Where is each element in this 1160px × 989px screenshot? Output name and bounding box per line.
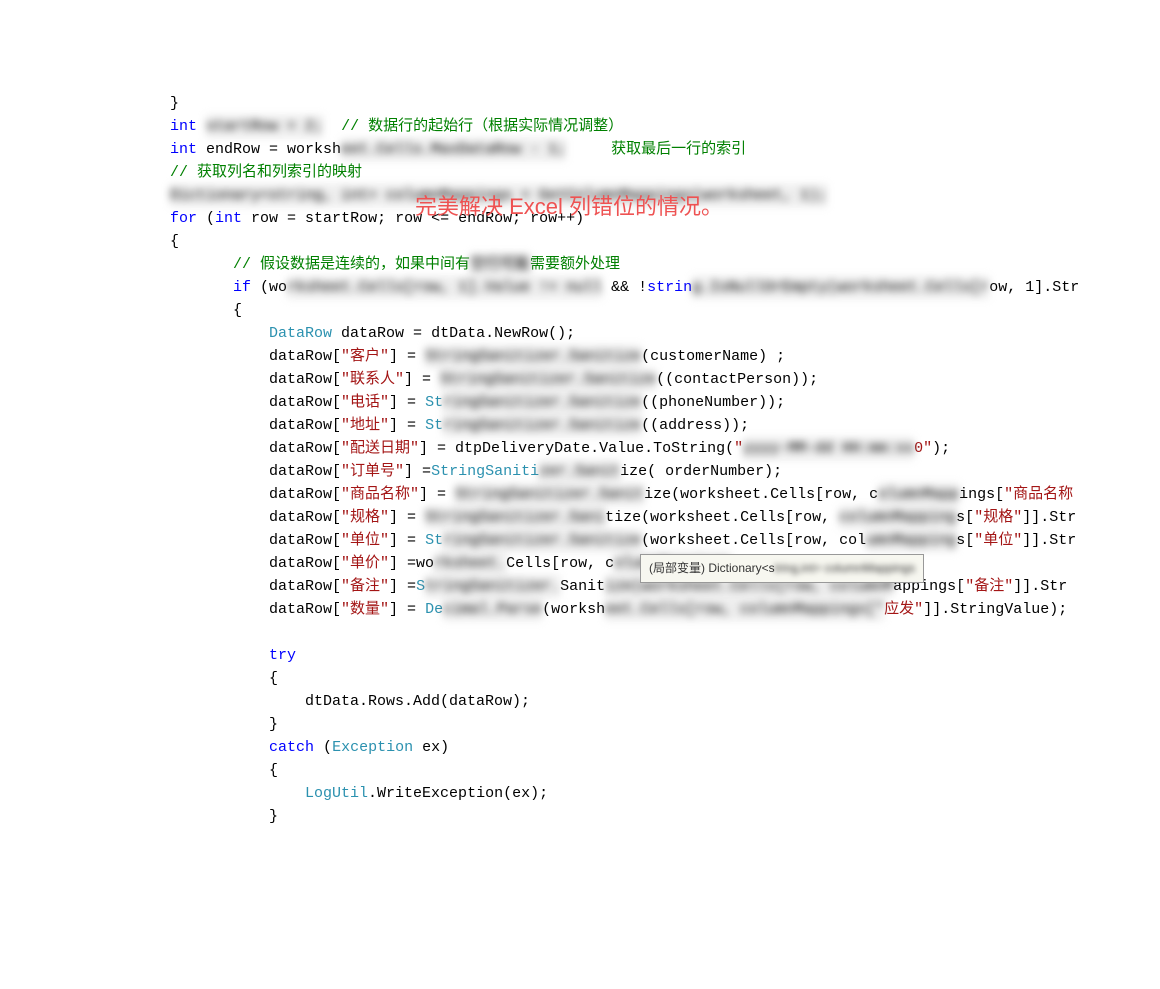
code-line[interactable]: { <box>170 299 1160 322</box>
code-line[interactable]: dataRow["规格"] = StringSanitizer.Sanitize… <box>170 506 1160 529</box>
code-line[interactable]: catch (Exception ex) <box>170 736 1160 759</box>
intellisense-tooltip: (局部变量) Dictionary<string,int> columnMapp… <box>640 554 924 583</box>
code-line[interactable]: // 假设数据是连续的，如果中间有空行可能需要额外处理 <box>170 253 1160 276</box>
code-line[interactable]: } <box>170 92 1160 115</box>
code-line[interactable]: dtData.Rows.Add(dataRow); <box>170 690 1160 713</box>
code-line[interactable]: dataRow["地址"] = StringSanitizer.Sanitize… <box>170 414 1160 437</box>
code-line[interactable]: dataRow["数量"] = Decimal.Parse(worksheet.… <box>170 598 1160 621</box>
code-line[interactable]: try <box>170 644 1160 667</box>
code-line[interactable]: LogUtil.WriteException(ex); <box>170 782 1160 805</box>
code-line[interactable]: dataRow["订单号"] =StringSanitizer.Sanitize… <box>170 460 1160 483</box>
code-line[interactable]: if (worksheet.Cells[row, 1].Value != nul… <box>170 276 1160 299</box>
code-line[interactable]: dataRow["商品名称"] = StringSanitizer.Saniti… <box>170 483 1160 506</box>
code-line[interactable]: dataRow["单位"] = StringSanitizer.Sanitize… <box>170 529 1160 552</box>
code-line[interactable]: dataRow["客户"] = StringSanitizer.Sanitize… <box>170 345 1160 368</box>
code-line[interactable]: int endRow = worksheet.Cells.MaxDataRow … <box>170 138 1160 161</box>
code-line[interactable]: } <box>170 805 1160 828</box>
code-line[interactable]: dataRow["电话"] = StringSanitizer.Sanitize… <box>170 391 1160 414</box>
code-line[interactable] <box>170 621 1160 644</box>
code-line[interactable]: { <box>170 759 1160 782</box>
code-line[interactable]: int startRow = 2; // 数据行的起始行（根据实际情况调整） <box>170 115 1160 138</box>
code-line[interactable]: // 获取列名和列索引的映射 <box>170 161 1160 184</box>
code-line[interactable]: dataRow["配送日期"] = dtpDeliveryDate.Value.… <box>170 437 1160 460</box>
code-line[interactable]: dataRow["联系人"] = StringSanitizer.Sanitiz… <box>170 368 1160 391</box>
code-line[interactable]: { <box>170 230 1160 253</box>
code-line[interactable]: DataRow dataRow = dtData.NewRow(); <box>170 322 1160 345</box>
annotation-text: 完美解决 Excel 列错位的情况。 <box>415 195 723 218</box>
code-line[interactable]: } <box>170 713 1160 736</box>
code-line[interactable]: { <box>170 667 1160 690</box>
